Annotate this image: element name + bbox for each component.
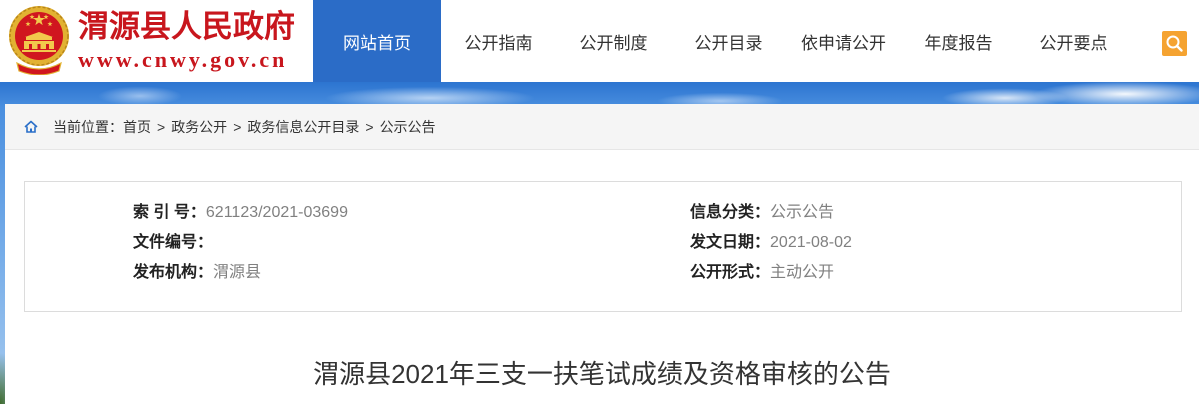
info-doc-number: 文件编号： [133,228,690,258]
national-emblem-icon [7,5,71,76]
info-publisher-value: 渭源县 [213,264,262,281]
nav-disclosure-system[interactable]: 公开制度 [556,0,671,82]
info-doc-number-label: 文件编号： [133,234,214,251]
site-domain: www.cnwy.gov.cn [78,47,288,72]
info-index-label: 索 引 号： [133,204,206,221]
nav-apply-disclosure[interactable]: 依申请公开 [786,0,901,82]
breadcrumb: 当前位置：首页 > 政务公开 > 政务信息公开目录 > 公示公告 [5,104,1199,150]
breadcrumb-separator: > [365,119,374,135]
info-issue-date-value: 2021-08-02 [770,234,852,251]
search-icon [1162,31,1187,56]
search-button[interactable] [1162,31,1187,56]
content-panel: 当前位置：首页 > 政务公开 > 政务信息公开目录 > 公示公告 索 引 号：621123/… [5,104,1199,404]
info-disclosure-form-value: 主动公开 [770,264,835,281]
home-icon [24,120,38,133]
info-index: 索 引 号：621123/2021-03699 [133,198,690,228]
article-title: 渭源县2021年三支一扶笔试成绩及资格审核的公告 [313,359,891,389]
info-disclosure-form: 公开形式：主动公开 [690,258,1090,288]
site-header: 渭源县人民政府 www.cnwy.gov.cn 网站首页 公开指南 公开制度 公… [0,0,1199,82]
nav-disclosure-highlights[interactable]: 公开要点 [1016,0,1131,82]
breadcrumb-link-government-affairs[interactable]: 政务公开 [171,119,227,135]
site-logo[interactable]: 渭源县人民政府 www.cnwy.gov.cn [0,0,313,82]
breadcrumb-link-public-notices[interactable]: 公示公告 [380,119,436,135]
info-publisher: 发布机构：渭源县 [133,258,690,288]
document-info-box: 索 引 号：621123/2021-03699 信息分类：公示公告 文件编号： … [24,181,1182,312]
info-publisher-label: 发布机构： [133,264,214,281]
info-category-label: 信息分类： [690,204,771,221]
main-nav: 网站首页 公开指南 公开制度 公开目录 依申请公开 年度报告 公开要点 [313,0,1131,82]
document-info-grid: 索 引 号：621123/2021-03699 信息分类：公示公告 文件编号： … [133,198,1090,288]
nav-disclosure-catalog[interactable]: 公开目录 [671,0,786,82]
info-category-value: 公示公告 [770,204,835,221]
info-issue-date: 发文日期：2021-08-02 [690,228,1090,258]
site-name: 渭源县人民政府 [78,9,295,44]
info-category: 信息分类：公示公告 [690,198,1090,228]
nav-annual-report[interactable]: 年度报告 [901,0,1016,82]
info-index-value: 621123/2021-03699 [205,204,348,221]
info-issue-date-label: 发文日期： [690,234,771,251]
breadcrumb-separator: > [233,119,242,135]
nav-home[interactable]: 网站首页 [313,0,441,82]
breadcrumb-prefix: 当前位置： [53,119,123,135]
nav-disclosure-guide[interactable]: 公开指南 [441,0,556,82]
breadcrumb-separator: > [157,119,166,135]
breadcrumb-link-home[interactable]: 首页 [123,119,151,135]
breadcrumb-link-info-catalog[interactable]: 政务信息公开目录 [247,119,359,135]
info-disclosure-form-label: 公开形式： [690,264,771,281]
